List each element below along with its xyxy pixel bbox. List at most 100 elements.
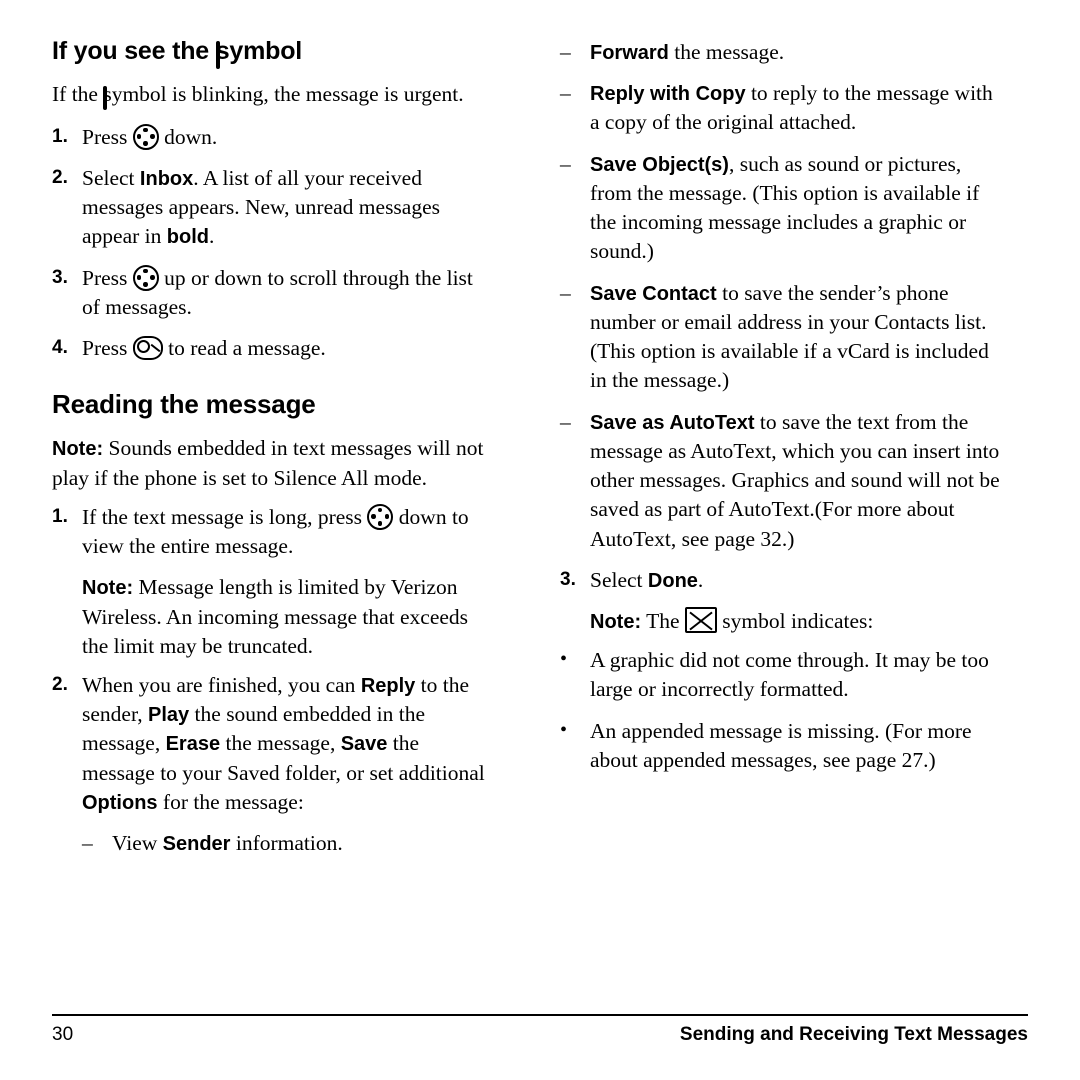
list-text: Select Done. [590,566,1000,595]
list-text: A graphic did not come through. It may b… [590,648,989,702]
list-item: 2. Select Inbox. A list of all your rece… [52,164,492,252]
list-text: When you are finished, you can Reply to … [82,671,492,817]
note-paragraph: Note: The symbol indicates: [590,606,1000,636]
list-text: Press to read a message. [82,334,492,363]
step2-k: for the message: [157,789,304,814]
list-item: – Forward the message. [560,38,1000,67]
step3-pre: Select [590,567,648,592]
option-forward: Forward [590,42,669,64]
left-column: If you see the symbol If the symbol is b… [52,37,492,870]
right-column: – Forward the message. – Reply with Copy… [560,38,1000,787]
list-number: 1. [52,505,68,527]
emphasis-bold: bold [166,226,209,249]
step2-post2: . [208,224,215,249]
dash-text-c: information. [230,831,343,856]
step3-post: . [697,567,704,592]
list-item: 3. Press up or down to scroll through th… [52,264,492,322]
list-text: Save as AutoText to save the text from t… [590,408,1000,554]
dash-marker: – [560,151,571,176]
option-erase: Erase [165,733,221,756]
section-heading-if-you-see-symbol: If you see the symbol [52,37,492,70]
step2-g: the message, [220,731,341,756]
list-number: 1. [52,125,68,147]
list-item: 1. If the text message is long, press do… [52,503,492,561]
option-play: Play [148,704,190,727]
step2-a: When you are finished, you can [82,673,361,698]
list-item: – View Sender information. [82,829,492,858]
note-text: Message length is limited by Verizon Wir… [82,575,469,658]
note-text: Sounds embedded in text messages will no… [52,436,484,490]
option-reply-with-copy: Reply with Copy [590,83,746,106]
dash-marker: – [560,40,571,64]
option-description: the message. [668,40,785,64]
list-item: • An appended message is missing. (For m… [560,717,1000,775]
step1-pre: Press [82,124,128,149]
note-label: Note: [590,610,642,633]
list-number: 2. [52,166,68,188]
broken-image-x-icon [684,606,717,633]
navigation-key-icon [367,503,394,530]
menu-name-inbox: Inbox [139,167,194,190]
list-item: 2. When you are finished, you can Reply … [52,671,492,817]
list-text: Select Inbox. A list of all your receive… [82,164,492,252]
note-label: Note: [52,438,104,461]
dash-text-a: View [112,831,163,856]
section-heading-reading-the-message: Reading the message [52,389,316,420]
footer-section-title: Sending and Receiving Text Messages [679,1024,1028,1045]
heading-text-post: symbol [215,37,303,65]
list-item: – Save Contact to save the sender’s phon… [560,279,1000,396]
list-item: • A graphic did not come through. It may… [560,646,1000,704]
dash-marker: – [560,81,571,106]
step2-post: . A list of all your received messages a… [82,165,441,249]
list-number: 4. [52,337,68,359]
list-item: – Save as AutoText to save the text from… [560,408,1000,554]
list-item: 3. Select Done. [560,566,1000,595]
list-text: Save Object(s), such as sound or picture… [590,150,1000,267]
option-save-contact: Save Contact [590,282,717,305]
list-number: 3. [52,266,68,288]
dash-marker: – [82,831,93,856]
navigation-key-icon [132,264,159,291]
list-text: Forward the message. [590,38,1000,67]
step2-pre: Select [82,165,135,190]
dash-marker: – [560,409,571,434]
intro-paragraph: If the symbol is blinking, the message i… [52,80,492,113]
bullet-marker: • [560,648,568,671]
list-text: View Sender information. [112,829,492,858]
note-paragraph: Note: Sounds embedded in text messages w… [52,434,492,492]
footer-divider [52,1014,1028,1016]
list-number: 3. [560,568,576,590]
page-footer: 30 Sending and Receiving Text Messages [52,1024,1028,1046]
ok-key-icon [132,336,163,361]
note-text-post: symbol indicates: [722,608,874,633]
step3-pre: Press [82,265,128,290]
option-reply: Reply [360,675,416,698]
note-label: Note: [82,577,134,600]
list-text: Save Contact to save the sender’s phone … [590,279,1000,396]
list-text: Press up or down to scroll through the l… [82,264,492,322]
intro-text-post: symbol is blinking, the message is urgen… [103,81,464,106]
option-sender: Sender [162,833,231,856]
option-save: Save [340,733,388,756]
step1-post: down. [164,124,218,149]
list-item: 1. Press down. [52,123,492,152]
list-number: 2. [52,674,68,696]
list-item: 4. Press to read a message. [52,334,492,363]
reading-step1-pre: If the text message is long, press [82,504,363,529]
note-paragraph: Note: Message length is limited by Veriz… [82,573,492,661]
note-text-pre: The [646,608,680,633]
step4-post: to read a message. [168,336,326,361]
heading-text-pre: If you see the [52,37,209,65]
list-item: – Save Object(s), such as sound or pictu… [560,150,1000,267]
list-text: An appended message is missing. (For mor… [590,718,972,772]
list-text: Press down. [82,123,492,152]
step4-pre: Press [82,336,128,361]
dash-marker: – [560,280,571,305]
page-number: 30 [52,1024,74,1045]
list-text: If the text message is long, press down … [82,503,492,561]
intro-text-pre: If the [52,81,98,106]
option-done: Done [647,569,698,592]
list-text: Reply with Copy to reply to the message … [590,79,1000,137]
option-save-objects: Save Object(s) [590,153,729,176]
option-save-as-autotext: Save as AutoText [590,411,755,434]
